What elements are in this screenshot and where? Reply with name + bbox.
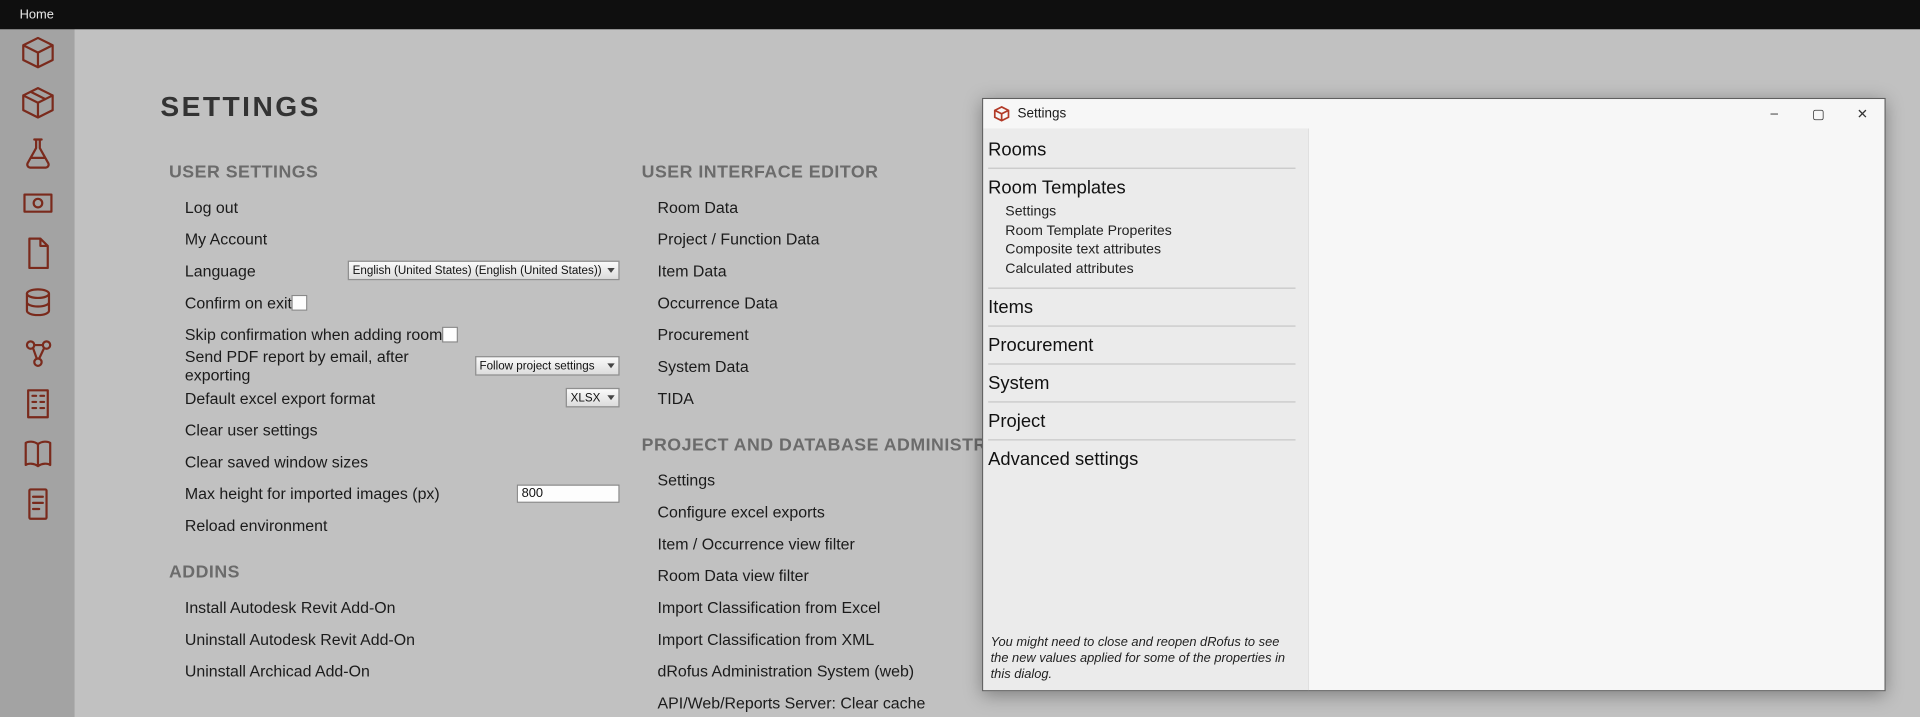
excel-format-select[interactable]: XLSX bbox=[566, 388, 620, 408]
setting-row: Language English (United States) (Englis… bbox=[169, 254, 620, 286]
skip-confirmation-label: Skip confirmation when adding room bbox=[185, 325, 442, 343]
home-menu-item[interactable]: Home bbox=[20, 7, 54, 22]
app-logo-icon bbox=[993, 105, 1010, 122]
module-sidebar bbox=[0, 29, 75, 717]
dialog-titlebar[interactable]: Settings – ▢ ✕ bbox=[983, 99, 1884, 128]
my-account-link[interactable]: My Account bbox=[185, 229, 267, 247]
dialog-nav-group: Items bbox=[988, 289, 1295, 327]
chevron-down-icon bbox=[607, 363, 614, 368]
close-button[interactable]: ✕ bbox=[1840, 99, 1884, 128]
database-icon[interactable] bbox=[19, 285, 56, 322]
dialog-nav-group: Advanced settings bbox=[988, 440, 1295, 477]
excel-format-select-value: XLSX bbox=[571, 391, 601, 404]
nav-calculated-attributes[interactable]: Calculated attributes bbox=[988, 260, 1295, 279]
book-icon[interactable] bbox=[19, 436, 56, 473]
setting-row: Confirm on exit bbox=[169, 286, 620, 318]
dialog-content-pane bbox=[1308, 128, 1885, 690]
pdf-report-select[interactable]: Follow project settings bbox=[475, 356, 620, 376]
dialog-nav-group: Rooms bbox=[988, 131, 1295, 169]
dialog-nav-group: Project bbox=[988, 403, 1295, 441]
setting-row: Max height for imported images (px) bbox=[169, 477, 620, 509]
dialog-title: Settings bbox=[1018, 106, 1753, 121]
setting-row: Skip confirmation when adding room bbox=[169, 318, 620, 350]
max-image-height-input[interactable] bbox=[517, 484, 620, 502]
setting-row: My Account bbox=[169, 223, 620, 255]
box-marker-icon[interactable] bbox=[19, 185, 56, 222]
language-select-value: English (United States) (English (United… bbox=[353, 264, 602, 277]
top-menu-bar: Home bbox=[0, 0, 1920, 29]
uninstall-revit-addon-link[interactable]: Uninstall Autodesk Revit Add-On bbox=[169, 623, 620, 655]
dialog-nav-group: Procurement bbox=[988, 327, 1295, 365]
logout-link[interactable]: Log out bbox=[185, 198, 238, 216]
chevron-down-icon bbox=[607, 268, 614, 273]
setting-row: Clear saved window sizes bbox=[169, 445, 620, 477]
cube-icon[interactable] bbox=[19, 34, 56, 71]
cube-alt-icon[interactable] bbox=[19, 84, 56, 121]
setting-row: Clear user settings bbox=[169, 414, 620, 446]
nav-advanced-settings[interactable]: Advanced settings bbox=[988, 447, 1295, 473]
pdf-report-select-value: Follow project settings bbox=[479, 359, 594, 372]
report-icon[interactable] bbox=[19, 486, 56, 523]
user-settings-column: USER SETTINGS Log out My Account Languag… bbox=[169, 162, 620, 687]
user-settings-heading: USER SETTINGS bbox=[169, 162, 620, 184]
app-root: Home S bbox=[0, 0, 1920, 717]
install-revit-addon-link[interactable]: Install Autodesk Revit Add-On bbox=[169, 591, 620, 623]
language-select[interactable]: English (United States) (English (United… bbox=[348, 261, 620, 281]
pdf-report-label: Send PDF report by email, after exportin… bbox=[185, 347, 475, 384]
building-icon[interactable] bbox=[19, 385, 56, 422]
minimize-button[interactable]: – bbox=[1752, 99, 1796, 128]
dialog-nav-group: System bbox=[988, 365, 1295, 403]
maximize-button[interactable]: ▢ bbox=[1796, 99, 1840, 128]
confirm-on-exit-checkbox[interactable] bbox=[292, 294, 308, 310]
clear-user-settings-link[interactable]: Clear user settings bbox=[185, 420, 318, 438]
nav-room-templates-subs: Settings Room Template Properites Compos… bbox=[988, 203, 1295, 279]
excel-format-label: Default excel export format bbox=[185, 388, 375, 406]
dialog-body: Rooms Room Templates Settings Room Templ… bbox=[983, 128, 1884, 690]
nav-system[interactable]: System bbox=[988, 371, 1295, 397]
dialog-footer-note: You might need to close and reopen dRofu… bbox=[991, 635, 1297, 683]
settings-dialog: Settings – ▢ ✕ Rooms Room Templates Sett… bbox=[982, 98, 1886, 691]
setting-row: Send PDF report by email, after exportin… bbox=[169, 350, 620, 382]
nav-procurement[interactable]: Procurement bbox=[988, 333, 1295, 359]
dialog-nav-group: Room Templates Settings Room Template Pr… bbox=[988, 169, 1295, 289]
skip-confirmation-checkbox[interactable] bbox=[442, 326, 458, 342]
uninstall-archicad-addon-link[interactable]: Uninstall Archicad Add-On bbox=[169, 655, 620, 687]
confirm-on-exit-label: Confirm on exit bbox=[185, 293, 292, 311]
setting-row: Reload environment bbox=[169, 509, 620, 541]
nav-project[interactable]: Project bbox=[988, 409, 1295, 435]
workflow-icon[interactable] bbox=[19, 335, 56, 372]
max-image-height-label: Max height for imported images (px) bbox=[185, 484, 440, 502]
addins-heading: ADDINS bbox=[169, 562, 620, 584]
language-label: Language bbox=[185, 261, 256, 279]
nav-room-templates-settings[interactable]: Settings bbox=[988, 203, 1295, 222]
page-title: SETTINGS bbox=[160, 91, 320, 124]
nav-room-template-properties[interactable]: Room Template Properites bbox=[988, 222, 1295, 241]
setting-row: Log out bbox=[169, 191, 620, 223]
document-icon[interactable] bbox=[19, 235, 56, 272]
setting-row: Default excel export format XLSX bbox=[169, 382, 620, 414]
flask-icon[interactable] bbox=[19, 135, 56, 172]
nav-composite-text-attributes[interactable]: Composite text attributes bbox=[988, 241, 1295, 260]
clear-window-sizes-link[interactable]: Clear saved window sizes bbox=[185, 452, 368, 470]
dialog-nav: Rooms Room Templates Settings Room Templ… bbox=[983, 128, 1307, 690]
nav-items[interactable]: Items bbox=[988, 295, 1295, 321]
nav-room-templates[interactable]: Room Templates bbox=[988, 175, 1295, 201]
nav-rooms[interactable]: Rooms bbox=[988, 137, 1295, 163]
reload-environment-link[interactable]: Reload environment bbox=[185, 516, 327, 534]
chevron-down-icon bbox=[607, 395, 614, 400]
